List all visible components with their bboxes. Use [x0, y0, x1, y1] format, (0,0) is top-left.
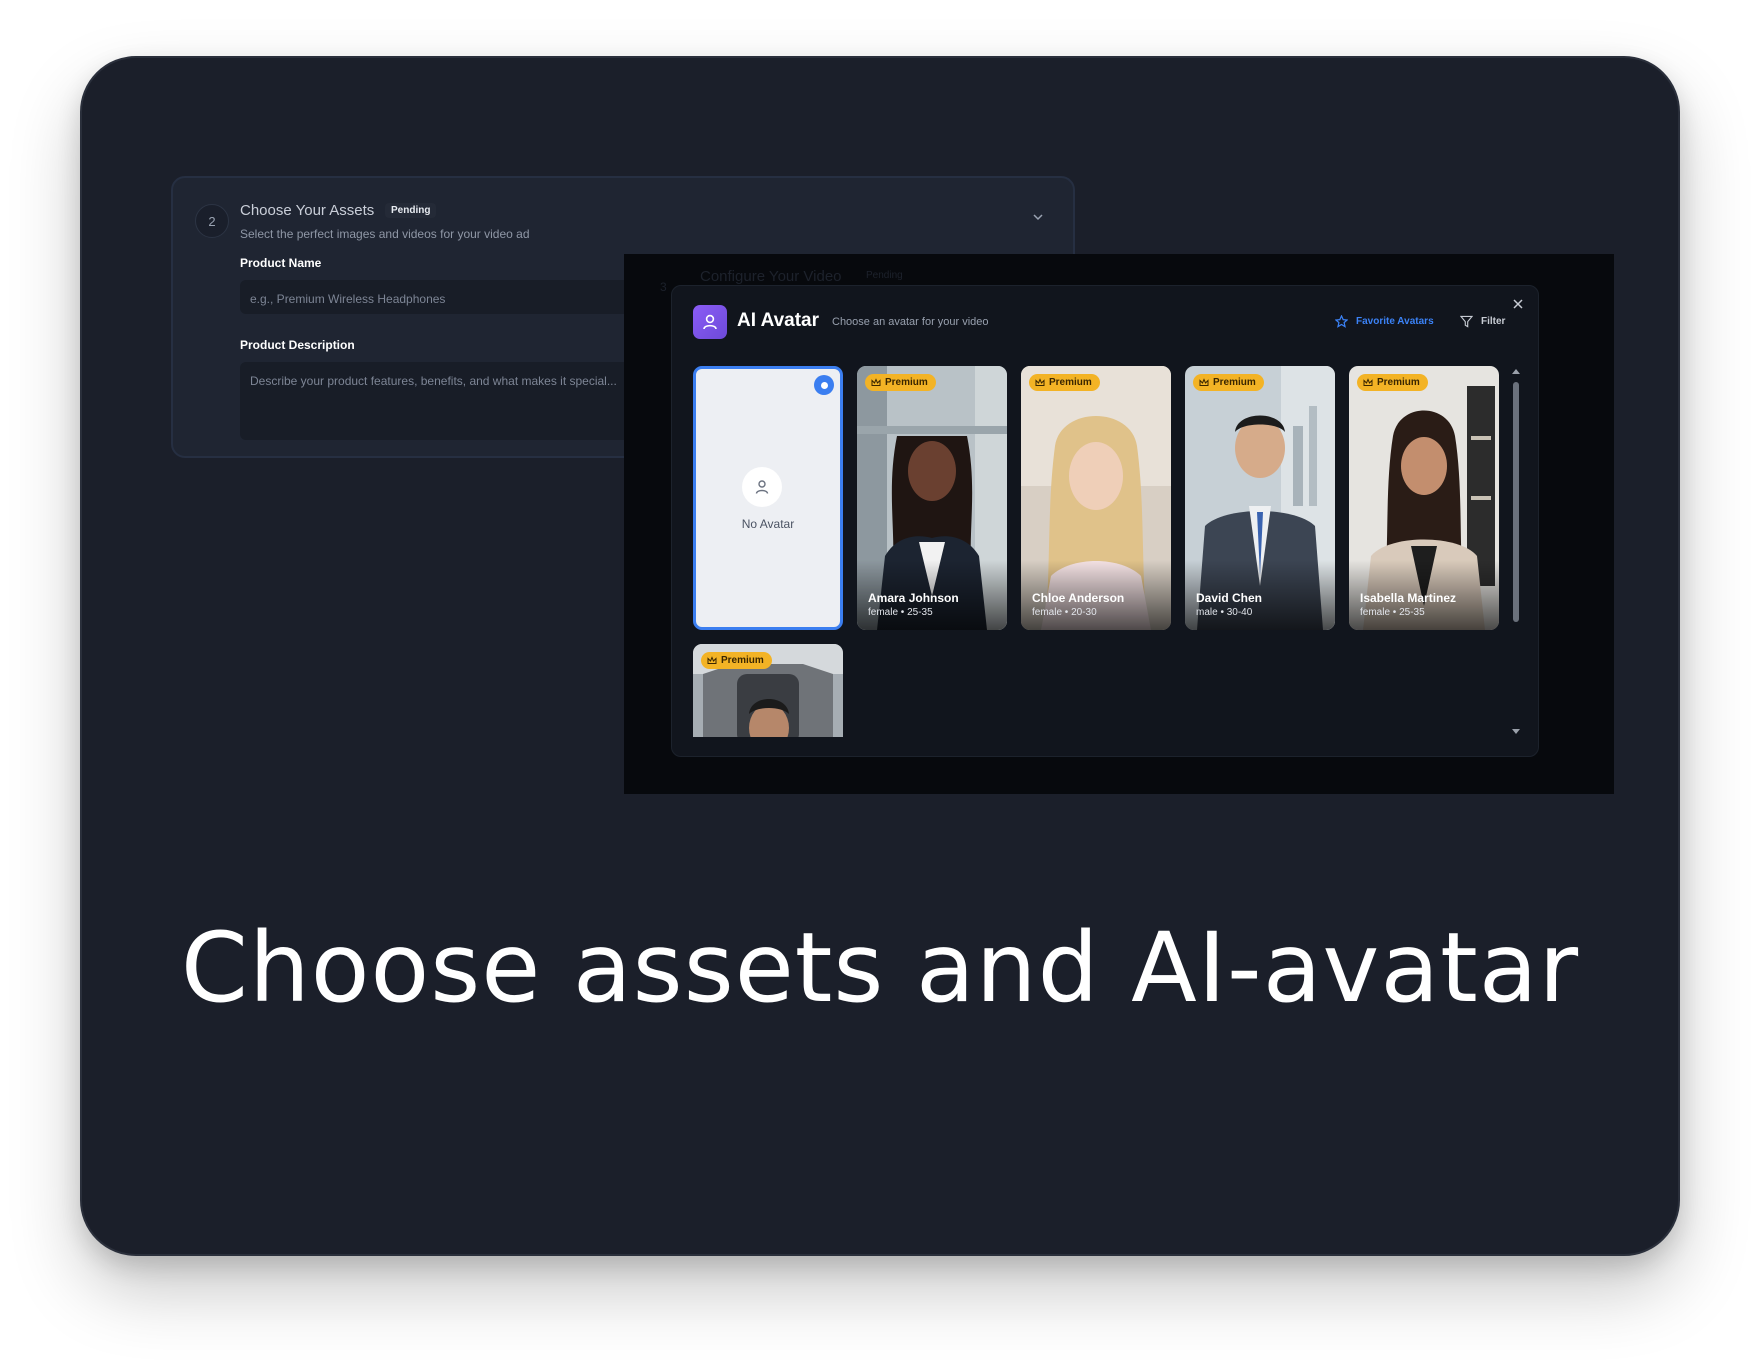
person-outline-icon	[742, 467, 782, 507]
avatar-name: David Chen	[1196, 591, 1263, 605]
step-status-badge: Pending	[385, 203, 437, 218]
step-title: Choose Your Assets	[240, 202, 375, 219]
premium-label: Premium	[721, 655, 764, 666]
modal-subtitle: Choose an avatar for your video	[832, 316, 989, 328]
star-icon	[1335, 315, 1348, 328]
premium-badge: Premium	[701, 652, 772, 669]
chevron-down-icon[interactable]	[1033, 212, 1043, 222]
avatar-meta: female • 25-35	[868, 607, 933, 618]
product-name-label: Product Name	[240, 256, 322, 270]
premium-badge: Premium	[1029, 374, 1100, 391]
filter-label: Filter	[1481, 316, 1506, 327]
filter-icon	[1460, 315, 1473, 328]
scroll-down-icon[interactable]	[1510, 727, 1522, 737]
avatar-card-partial[interactable]: Premium	[693, 644, 843, 737]
premium-label: Premium	[1049, 377, 1092, 388]
filter-button[interactable]: Filter	[1460, 315, 1505, 328]
avatar-card-isabella-martinez[interactable]: Premium Isabella Martinez female • 25-35	[1349, 366, 1499, 630]
headline-caption: Choose assets and AI-avatar	[180, 912, 1580, 1024]
premium-label: Premium	[1377, 377, 1420, 388]
avatar-meta: female • 25-35	[1360, 607, 1425, 618]
scrollbar-thumb[interactable]	[1513, 382, 1519, 622]
premium-label: Premium	[885, 377, 928, 388]
crown-icon	[707, 656, 717, 664]
avatar-meta: female • 20-30	[1032, 607, 1097, 618]
favorite-avatars-label: Favorite Avatars	[1356, 316, 1434, 327]
ai-avatar-modal: AI Avatar Choose an avatar for your vide…	[671, 285, 1539, 757]
product-description-label: Product Description	[240, 338, 355, 352]
user-icon	[693, 305, 727, 339]
close-icon[interactable]	[1512, 298, 1524, 310]
crown-icon	[1199, 378, 1209, 386]
favorite-avatars-button[interactable]: Favorite Avatars	[1335, 315, 1434, 328]
modal-overlay: 3 Configure Your Video Pending AI Avatar…	[624, 254, 1614, 794]
avatar-name: Chloe Anderson	[1032, 591, 1125, 605]
step-number-badge: 2	[195, 204, 229, 238]
scrollbar[interactable]	[1510, 366, 1522, 737]
avatar-name: Isabella Martinez	[1360, 591, 1457, 605]
no-avatar-label: No Avatar	[741, 517, 795, 531]
crown-icon	[1035, 378, 1045, 386]
next-step-title: Configure Your Video	[700, 268, 842, 285]
avatar-meta: male • 30-40	[1196, 607, 1253, 618]
next-step-status: Pending	[866, 270, 903, 281]
crown-icon	[871, 378, 881, 386]
no-avatar-option[interactable]: No Avatar	[693, 366, 843, 630]
scroll-up-icon[interactable]	[1510, 366, 1522, 376]
premium-badge: Premium	[1357, 374, 1428, 391]
premium-label: Premium	[1213, 377, 1256, 388]
selected-check-icon	[814, 375, 834, 395]
premium-badge: Premium	[865, 374, 936, 391]
crown-icon	[1363, 378, 1373, 386]
avatar-card-david-chen[interactable]: Premium David Chen male • 30-40	[1185, 366, 1335, 630]
modal-title: AI Avatar	[737, 310, 820, 331]
step-subtitle: Select the perfect images and videos for…	[240, 227, 530, 241]
next-step-number: 3	[660, 280, 667, 294]
premium-badge: Premium	[1193, 374, 1264, 391]
avatar-name: Amara Johnson	[868, 591, 959, 605]
avatar-card-amara-johnson[interactable]: Premium Amara Johnson female • 25-35	[857, 366, 1007, 630]
avatar-card-chloe-anderson[interactable]: Premium Chloe Anderson female • 20-30	[1021, 366, 1171, 630]
avatar-grid: No Avatar Premium Amara Johnson female •…	[693, 366, 1507, 737]
